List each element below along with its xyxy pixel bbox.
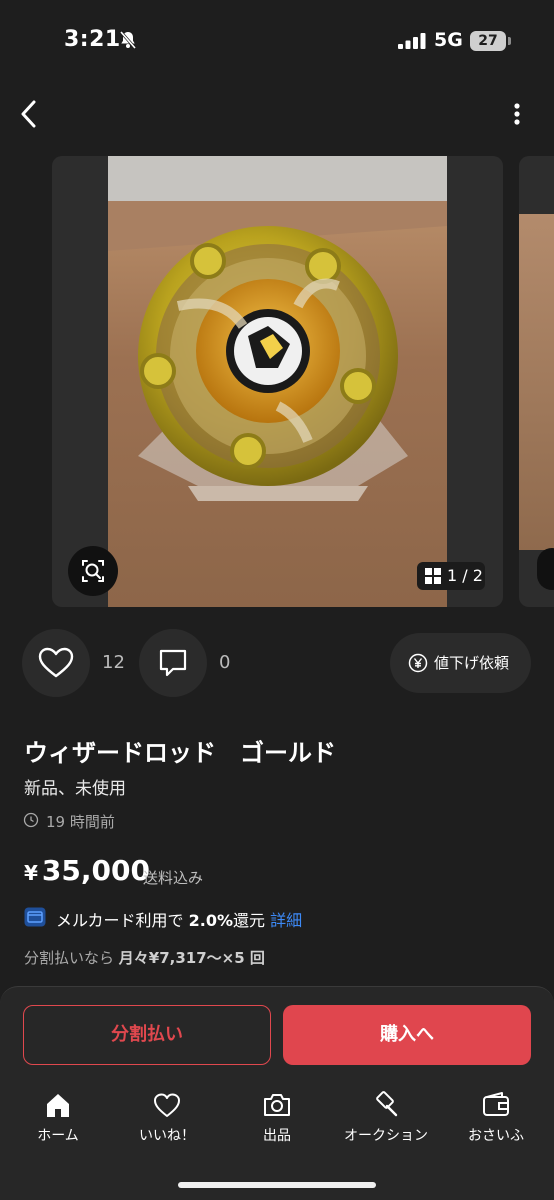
cashback-info: メルカード利用で 2.0%還元 詳細 <box>56 907 302 931</box>
price-value: 35,000 <box>41 854 150 887</box>
installment-button[interactable]: 分割払い <box>23 1005 271 1065</box>
clock-icon <box>23 812 39 828</box>
wallet-icon <box>483 1092 509 1116</box>
camera-icon <box>264 1094 290 1116</box>
item-condition: 新品、未使用 <box>24 779 126 799</box>
tab-sell[interactable]: 出品 <box>222 1090 332 1150</box>
price-currency: ¥ <box>24 861 38 885</box>
next-photo <box>519 214 554 550</box>
next-photo-peek[interactable] <box>519 156 554 607</box>
more-options-icon[interactable] <box>504 98 530 132</box>
tab-home-label: ホーム <box>37 1128 79 1144</box>
price-request-button[interactable]: 値下げ依頼 <box>390 633 531 693</box>
comment-button[interactable] <box>139 629 207 697</box>
item-title: ウィザードロッド ゴールド <box>24 739 336 767</box>
comment-count: 0 <box>219 652 231 673</box>
cashback-prefix: メルカード利用で <box>56 911 184 930</box>
signal-icon <box>398 33 426 49</box>
tab-home[interactable]: ホーム <box>3 1090 113 1150</box>
tab-auction[interactable]: オークション <box>331 1090 441 1150</box>
tab-likes[interactable]: いいね！ <box>112 1090 222 1150</box>
tab-wallet-label: おさいふ <box>468 1128 524 1144</box>
cashback-detail-link[interactable]: 詳細 <box>270 911 302 930</box>
tab-auction-label: オークション <box>344 1128 428 1144</box>
installment-amount: 月々¥7,317〜×5 回 <box>118 949 265 967</box>
status-time: 3:21 <box>64 27 121 52</box>
back-button[interactable] <box>14 96 46 132</box>
shipping-label: 送料込み <box>143 869 204 887</box>
battery-cap <box>508 37 511 45</box>
credit-card-icon <box>24 907 46 927</box>
product-image-carousel[interactable] <box>52 156 503 607</box>
posted-time: 19 時間前 <box>46 813 115 831</box>
battery-icon: 27 <box>470 31 506 51</box>
tab-sell-label: 出品 <box>263 1128 291 1144</box>
yen-circle-icon <box>408 653 428 673</box>
comment-icon <box>159 649 187 677</box>
home-indicator <box>178 1182 376 1188</box>
next-photo-zoom <box>537 548 554 590</box>
grid-icon <box>425 568 441 584</box>
price-request-label: 値下げ依頼 <box>434 654 510 672</box>
bell-slash-icon <box>119 31 137 49</box>
photo-counter[interactable]: 1 / 2 <box>417 562 485 590</box>
gavel-icon <box>376 1091 398 1117</box>
photo-counter-text: 1 / 2 <box>447 566 483 585</box>
network-label: 5G <box>434 29 463 51</box>
product-photo <box>108 156 447 607</box>
tab-wallet[interactable]: おさいふ <box>441 1090 551 1150</box>
like-count: 12 <box>102 652 125 673</box>
installment-prefix: 分割払いなら <box>24 949 115 967</box>
heart-icon <box>154 1093 180 1117</box>
image-search-icon[interactable] <box>68 546 118 596</box>
home-icon <box>47 1094 69 1117</box>
installment-info: 分割払いなら 月々¥7,317〜×5 回 <box>24 947 265 968</box>
like-button[interactable] <box>22 629 90 697</box>
item-price: ¥35,000 <box>24 854 150 887</box>
beyblade-image <box>108 156 447 501</box>
heart-icon <box>38 647 74 678</box>
cashback-rate: 2.0% <box>188 911 233 930</box>
buy-button[interactable]: 購入へ <box>283 1005 531 1065</box>
tab-likes-label: いいね！ <box>139 1128 195 1144</box>
cashback-suffix: 還元 <box>233 911 266 930</box>
status-bar: 3:21 5G 27 <box>0 0 554 80</box>
